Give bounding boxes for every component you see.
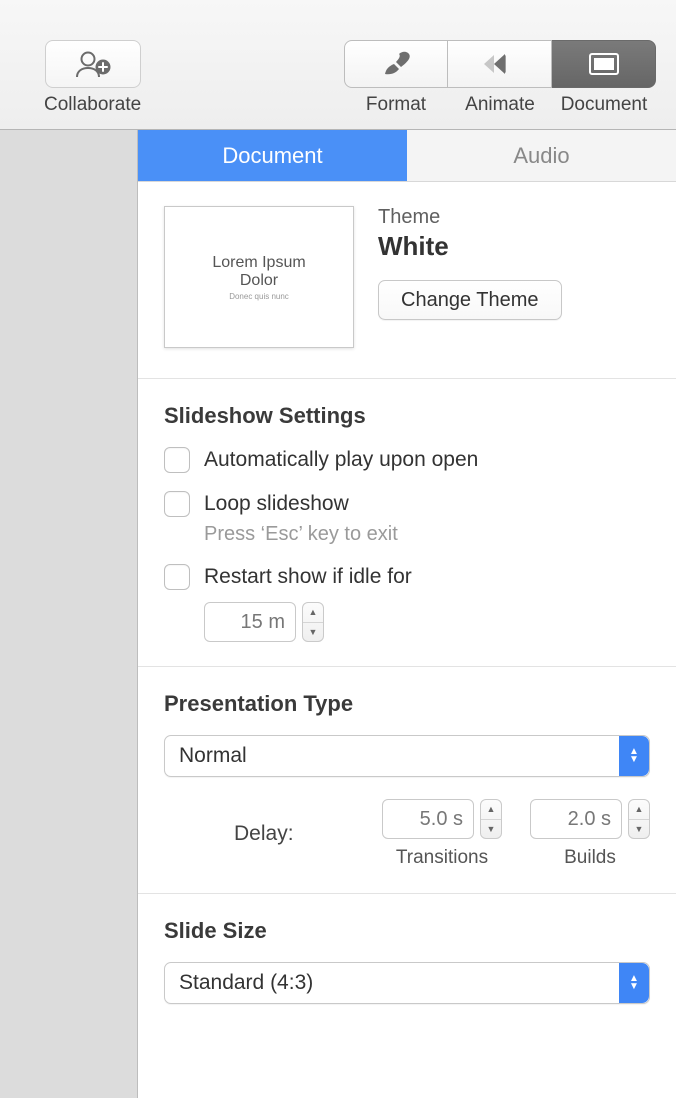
collaborate-button[interactable]	[45, 40, 141, 88]
theme-name: White	[378, 231, 650, 262]
builds-col: 2.0 s ▲ ▼ Builds	[530, 799, 650, 869]
collaborate-icon	[74, 50, 112, 78]
toolbar: Collaborate Format Animate	[0, 0, 676, 130]
panel-tabs: Document Audio	[138, 130, 676, 182]
delay-label: Delay:	[164, 822, 294, 846]
theme-section: Lorem Ipsum Dolor Donec quis nunc Theme …	[138, 182, 676, 379]
slidesize-value: Standard (4:3)	[179, 971, 313, 995]
theme-thumbnail[interactable]: Lorem Ipsum Dolor Donec quis nunc	[164, 206, 354, 348]
transitions-field[interactable]: 5.0 s	[382, 799, 474, 839]
stepper-down-icon[interactable]: ▼	[303, 623, 323, 642]
loop-row: Loop slideshow	[164, 491, 650, 517]
autoplay-row: Automatically play upon open	[164, 447, 650, 473]
theme-info: Theme White Change Theme	[378, 206, 650, 320]
restart-checkbox[interactable]	[164, 564, 190, 590]
stepper-down-icon[interactable]: ▼	[481, 820, 501, 839]
loop-hint: Press ‘Esc’ key to exit	[204, 523, 650, 546]
collaborate-label: Collaborate	[44, 94, 141, 116]
delay-row: Delay: 5.0 s ▲ ▼ Transitions 2.0 s	[164, 799, 650, 869]
document-button[interactable]	[552, 40, 656, 88]
restart-stepper[interactable]: ▲ ▼	[302, 602, 324, 642]
animate-button[interactable]	[448, 40, 552, 88]
change-theme-button[interactable]: Change Theme	[378, 280, 562, 320]
stepper-up-icon[interactable]: ▲	[629, 800, 649, 820]
theme-label: Theme	[378, 206, 650, 229]
thumb-line3: Donec quis nunc	[229, 292, 289, 301]
restart-row: Restart show if idle for	[164, 564, 650, 590]
stepper-up-icon[interactable]: ▲	[481, 800, 501, 820]
inspector-segmented: Format Animate Document	[344, 40, 656, 116]
format-label: Format	[344, 94, 448, 116]
stepper-down-icon[interactable]: ▼	[629, 820, 649, 839]
document-icon	[589, 53, 619, 75]
slideshow-section: Slideshow Settings Automatically play up…	[138, 379, 676, 667]
builds-field[interactable]: 2.0 s	[530, 799, 622, 839]
loop-label: Loop slideshow	[204, 492, 349, 516]
select-arrows-icon: ▲▼	[619, 963, 649, 1003]
tab-document[interactable]: Document	[138, 130, 407, 181]
animate-label: Animate	[448, 94, 552, 116]
restart-label: Restart show if idle for	[204, 565, 412, 589]
autoplay-label: Automatically play upon open	[204, 448, 478, 472]
tab-audio[interactable]: Audio	[407, 130, 676, 181]
presentation-type-value: Normal	[179, 744, 247, 768]
collaborate-group: Collaborate	[44, 40, 141, 116]
content-area: Document Audio Lorem Ipsum Dolor Donec q…	[0, 130, 676, 1098]
document-label: Document	[552, 94, 656, 116]
slidesize-heading: Slide Size	[164, 918, 650, 944]
builds-label: Builds	[530, 847, 650, 869]
transitions-stepper[interactable]: ▲ ▼	[480, 799, 502, 839]
presentation-section: Presentation Type Normal ▲▼ Delay: 5.0 s…	[138, 667, 676, 894]
presentation-type-select[interactable]: Normal ▲▼	[164, 735, 650, 777]
restart-value-field[interactable]: 15 m	[204, 602, 296, 642]
restart-value-row: 15 m ▲ ▼	[204, 602, 650, 642]
transitions-col: 5.0 s ▲ ▼ Transitions	[382, 799, 502, 869]
slidesize-section: Slide Size Standard (4:3) ▲▼	[138, 894, 676, 1028]
left-gutter	[0, 130, 138, 1098]
loop-checkbox[interactable]	[164, 491, 190, 517]
format-button[interactable]	[344, 40, 448, 88]
slideshow-heading: Slideshow Settings	[164, 403, 650, 429]
presentation-heading: Presentation Type	[164, 691, 650, 717]
transitions-label: Transitions	[382, 847, 502, 869]
builds-stepper[interactable]: ▲ ▼	[628, 799, 650, 839]
slidesize-select[interactable]: Standard (4:3) ▲▼	[164, 962, 650, 1004]
thumb-line2: Dolor	[240, 272, 278, 290]
select-arrows-icon: ▲▼	[619, 736, 649, 776]
thumb-line1: Lorem Ipsum	[212, 254, 305, 272]
brush-icon	[379, 51, 413, 77]
stepper-up-icon[interactable]: ▲	[303, 603, 323, 623]
animate-icon	[482, 53, 518, 75]
autoplay-checkbox[interactable]	[164, 447, 190, 473]
inspector-panel: Document Audio Lorem Ipsum Dolor Donec q…	[138, 130, 676, 1098]
